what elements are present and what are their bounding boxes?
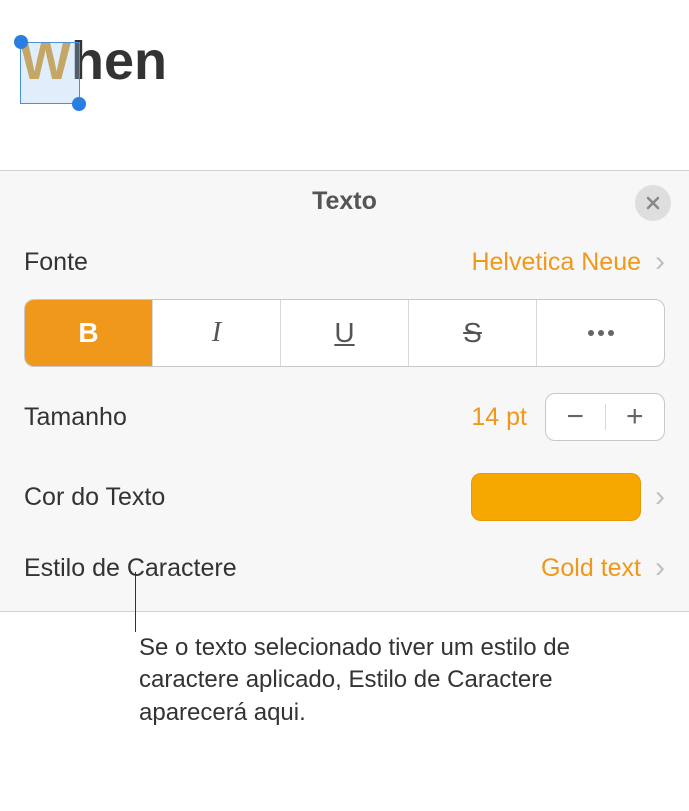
chevron-right-icon: › <box>655 482 665 512</box>
italic-icon: I <box>212 317 221 349</box>
more-options-button[interactable] <box>537 300 664 366</box>
size-stepper: − + <box>545 393 665 441</box>
strikethrough-icon: S <box>463 317 482 349</box>
strikethrough-button[interactable]: S <box>409 300 537 366</box>
size-row: Tamanho 14 pt − + <box>0 377 689 457</box>
selection-handle-top[interactable] <box>14 35 28 49</box>
panel-header: Texto <box>0 171 689 231</box>
character-style-value-container: Gold text › <box>541 553 665 583</box>
bold-button[interactable]: B <box>25 300 153 366</box>
text-color-label: Cor do Texto <box>24 483 165 512</box>
close-icon <box>645 195 661 211</box>
text-color-row[interactable]: Cor do Texto › <box>0 457 689 537</box>
format-button-group: B I U S <box>24 299 665 367</box>
italic-button[interactable]: I <box>153 300 281 366</box>
character-style-row[interactable]: Estilo de Caractere Gold text › <box>0 537 689 599</box>
callout: Se o texto selecionado tiver um estilo d… <box>0 632 689 729</box>
color-swatch[interactable] <box>471 473 641 521</box>
text-preview-area: When <box>0 0 689 170</box>
bold-icon: B <box>78 317 98 349</box>
more-icon <box>588 330 614 336</box>
chevron-right-icon: › <box>655 553 665 583</box>
size-value-container: 14 pt − + <box>471 393 665 441</box>
size-label: Tamanho <box>24 403 127 432</box>
selection-box <box>20 42 80 104</box>
close-button[interactable] <box>635 185 671 221</box>
chevron-right-icon: › <box>655 247 665 277</box>
size-decrease-button[interactable]: − <box>546 394 605 440</box>
size-increase-button[interactable]: + <box>606 394 665 440</box>
callout-text: Se o texto selecionado tiver um estilo d… <box>139 632 609 729</box>
preview-text[interactable]: When <box>20 30 167 92</box>
callout-line <box>135 572 136 632</box>
character-style-label: Estilo de Caractere <box>24 554 237 583</box>
rest-letters: hen <box>71 31 167 91</box>
font-value: Helvetica Neue <box>471 248 641 277</box>
character-style-value: Gold text <box>541 554 641 583</box>
selection-handle-bottom[interactable] <box>72 97 86 111</box>
text-color-value-container: › <box>471 473 665 521</box>
text-format-panel: Texto Fonte Helvetica Neue › B I U S <box>0 170 689 612</box>
font-label: Fonte <box>24 248 88 277</box>
font-value-container: Helvetica Neue › <box>471 247 665 277</box>
font-row[interactable]: Fonte Helvetica Neue › <box>0 231 689 293</box>
size-value: 14 pt <box>471 403 527 432</box>
underline-button[interactable]: U <box>281 300 409 366</box>
panel-title: Texto <box>312 187 377 216</box>
underline-icon: U <box>334 317 354 349</box>
